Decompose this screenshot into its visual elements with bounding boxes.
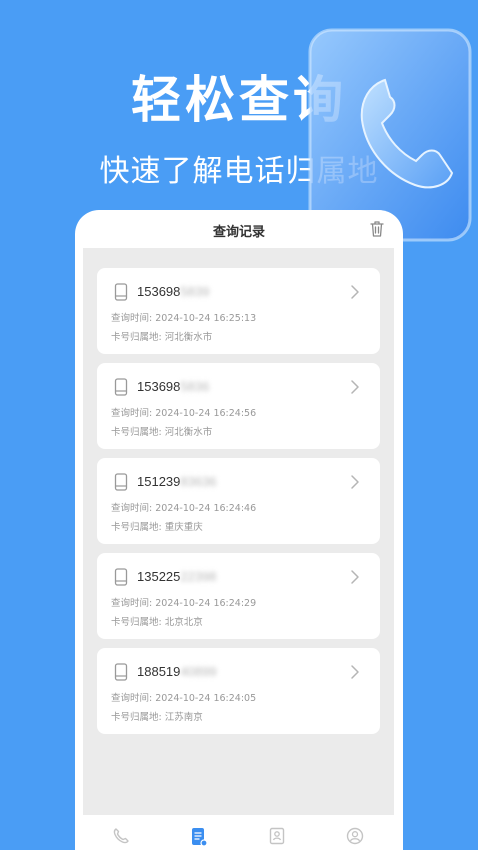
page-title: 查询记录 <box>212 225 265 240</box>
record-number-blurred: 5836 <box>180 379 210 394</box>
record-number-visible: 153698 <box>137 284 181 299</box>
mobile-phone-icon <box>114 283 128 301</box>
chevron-right-icon <box>351 665 359 679</box>
record-location-value: 江苏南京 <box>164 712 203 723</box>
record-number-blurred: 40899 <box>180 664 217 679</box>
chevron-right-icon <box>351 285 359 299</box>
record-number: 15123983636 <box>137 474 217 489</box>
record-location: 卡号归属地: 河北衡水市 <box>111 329 212 343</box>
record-time-label: 查询时间: <box>111 503 156 514</box>
document-icon <box>192 828 208 847</box>
record-time-value: 2024-10-24 16:24:46 <box>155 503 257 514</box>
user-icon <box>346 827 364 845</box>
record-number: 1536985836 <box>137 379 209 394</box>
record-location-value: 重庆重庆 <box>164 522 203 533</box>
record-number-visible: 188519 <box>137 664 181 679</box>
record-time-value: 2024-10-24 16:24:05 <box>155 693 257 704</box>
phone-icon <box>113 828 129 844</box>
record-time: 查询时间: 2024-10-24 16:24:56 <box>111 405 256 419</box>
record-location-label: 卡号归属地: <box>111 712 165 723</box>
record-time: 查询时间: 2024-10-24 16:24:29 <box>111 595 256 609</box>
mobile-phone-icon <box>114 663 128 681</box>
mobile-phone-icon <box>114 568 128 586</box>
record-number-visible: 153698 <box>137 379 181 394</box>
record-time: 查询时间: 2024-10-24 16:25:13 <box>111 310 256 324</box>
app-header: 查询记录 <box>75 210 403 248</box>
record-number-blurred: 22398 <box>180 569 217 584</box>
contact-book-icon <box>269 827 285 845</box>
record-location-label: 卡号归属地: <box>111 427 165 438</box>
record-location-value: 北京北京 <box>164 617 203 628</box>
record-number: 18851940899 <box>137 664 217 679</box>
tab-contacts[interactable] <box>257 827 297 850</box>
record-location: 卡号归属地: 重庆重庆 <box>111 519 203 533</box>
tab-phone[interactable] <box>101 827 141 850</box>
record-card[interactable]: 1536985839 查询时间: 2024-10-24 16:25:13 卡号归… <box>97 268 380 354</box>
mobile-phone-icon <box>114 473 128 491</box>
record-location: 卡号归属地: 江苏南京 <box>111 709 203 723</box>
record-location-label: 卡号归属地: <box>111 522 165 533</box>
tab-profile[interactable] <box>335 827 375 850</box>
record-card[interactable]: 13522522398 查询时间: 2024-10-24 16:24:29 卡号… <box>97 553 380 639</box>
record-time-label: 查询时间: <box>111 313 156 324</box>
record-time-value: 2024-10-24 16:25:13 <box>155 313 257 324</box>
record-number-blurred: 5839 <box>180 284 210 299</box>
record-time-value: 2024-10-24 16:24:56 <box>155 408 257 419</box>
record-location-label: 卡号归属地: <box>111 332 165 343</box>
record-location-label: 卡号归属地: <box>111 617 165 628</box>
chevron-right-icon <box>351 380 359 394</box>
chevron-right-icon <box>351 570 359 584</box>
tab-records[interactable] <box>179 827 219 850</box>
record-card[interactable]: 18851940899 查询时间: 2024-10-24 16:24:05 卡号… <box>97 648 380 734</box>
phone-frame: 查询记录 1536985839 查询时间: 2024-10-24 16:25:1… <box>75 210 403 850</box>
tab-bar <box>75 815 403 850</box>
record-number-visible: 151239 <box>137 474 181 489</box>
record-time: 查询时间: 2024-10-24 16:24:46 <box>111 500 256 514</box>
record-number: 13522522398 <box>137 569 217 584</box>
record-number: 1536985839 <box>137 284 209 299</box>
record-time-label: 查询时间: <box>111 598 156 609</box>
chevron-right-icon <box>351 475 359 489</box>
record-card[interactable]: 15123983636 查询时间: 2024-10-24 16:24:46 卡号… <box>97 458 380 544</box>
record-time: 查询时间: 2024-10-24 16:24:05 <box>111 690 256 704</box>
record-location: 卡号归属地: 北京北京 <box>111 614 203 628</box>
record-number-blurred: 83636 <box>180 474 217 489</box>
record-location-value: 河北衡水市 <box>164 332 213 343</box>
record-list: 1536985839 查询时间: 2024-10-24 16:25:13 卡号归… <box>83 248 394 815</box>
record-number-visible: 135225 <box>137 569 181 584</box>
record-location: 卡号归属地: 河北衡水市 <box>111 424 212 438</box>
record-time-label: 查询时间: <box>111 408 156 419</box>
mobile-phone-icon <box>114 378 128 396</box>
record-time-value: 2024-10-24 16:24:29 <box>155 598 257 609</box>
record-card[interactable]: 1536985836 查询时间: 2024-10-24 16:24:56 卡号归… <box>97 363 380 449</box>
trash-icon[interactable] <box>369 220 385 238</box>
record-time-label: 查询时间: <box>111 693 156 704</box>
record-location-value: 河北衡水市 <box>164 427 213 438</box>
